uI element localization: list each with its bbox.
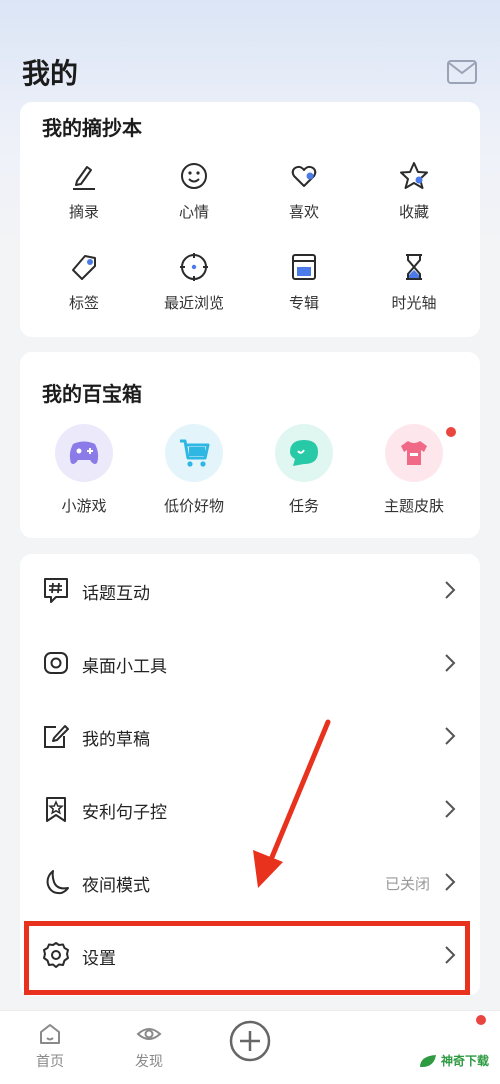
menu-item-label: 话题互动 [82, 584, 150, 604]
bookmark-star-icon [46, 797, 66, 822]
tab-label: 首页 [36, 1054, 64, 1070]
notebook-item-mood[interactable]: 心情 [139, 159, 249, 222]
home-icon [40, 1024, 60, 1044]
toolbox-icon-circle [55, 424, 113, 482]
notebook-item-favorite[interactable]: 收藏 [359, 159, 469, 222]
toolbox-icon-circle [275, 424, 333, 482]
tag-icon [72, 255, 96, 280]
hashtag-icon [44, 578, 68, 603]
menu-item-recommend[interactable]: 安利句子控 [20, 773, 480, 846]
draft-icon [44, 725, 69, 748]
menu-item-night-mode[interactable]: 夜间模式 已关闭 [20, 846, 480, 919]
menu-item-drafts[interactable]: 我的草稿 [20, 700, 480, 773]
notebook-item-label: 摘录 [68, 203, 99, 221]
chevron-right-icon [445, 873, 456, 891]
chevron-right-icon [445, 654, 456, 672]
watermark: 神奇下载 [418, 1052, 489, 1069]
bottom-tab-bar: 首页 发现 [0, 1010, 500, 1084]
chevron-right-icon [445, 581, 456, 599]
notebook-item-label: 喜欢 [288, 203, 319, 221]
toolbox-item-label: 小游戏 [61, 497, 107, 515]
menu-item-label: 我的草稿 [82, 730, 150, 750]
notebook-item-tag[interactable]: 标签 [29, 250, 139, 313]
notebook-item-label: 收藏 [398, 203, 429, 221]
toolbox-item-task[interactable]: 任务 [249, 424, 359, 516]
menu-item-label: 桌面小工具 [82, 657, 167, 677]
chevron-right-icon [445, 800, 456, 818]
pencil-icon [73, 166, 95, 190]
toolbox-item-theme-skin[interactable]: 主题皮肤 [359, 424, 469, 516]
leaf-logo-icon [420, 1054, 436, 1067]
eye-icon [136, 1028, 162, 1040]
toolbox-item-mini-game[interactable]: 小游戏 [29, 424, 139, 516]
tab-label: 发现 [135, 1054, 163, 1070]
notebook-card: 我的摘抄本 摘录 心情 喜欢 收藏 标签 最近浏览 专辑 时光轴 [20, 102, 480, 337]
toolbox-card: 我的百宝箱 小游戏 低价好物 任务 主题皮肤 [20, 352, 480, 538]
menu-item-label: 安利句子控 [82, 803, 167, 823]
toolbox-item-label: 任务 [288, 497, 319, 515]
notebook-item-label: 最近浏览 [163, 294, 224, 312]
toolbox-icon-circle [385, 424, 443, 482]
tshirt-icon [401, 441, 427, 465]
menu-item-label: 夜间模式 [82, 876, 150, 896]
menu-item-topic[interactable]: 话题互动 [20, 554, 480, 627]
notebook-item-label: 标签 [68, 294, 99, 312]
cart-icon [180, 439, 210, 467]
toolbox-item-label: 低价好物 [163, 497, 224, 515]
gamepad-icon [69, 441, 99, 464]
menu-item-widget[interactable]: 桌面小工具 [20, 627, 480, 700]
star-icon [400, 162, 428, 189]
toolbox-icon-circle [165, 424, 223, 482]
notification-dot [476, 1015, 486, 1025]
notebook-item-label: 时光轴 [391, 294, 437, 312]
album-icon [292, 254, 316, 280]
mail-icon[interactable] [446, 58, 478, 86]
toolbox-item-bargain[interactable]: 低价好物 [139, 424, 249, 516]
moon-icon [46, 870, 69, 895]
toolbox-item-label: 主题皮肤 [383, 497, 444, 515]
heart-icon [291, 165, 317, 187]
notebook-item-album[interactable]: 专辑 [249, 250, 359, 313]
clock-icon [180, 253, 208, 281]
header: 我的 [0, 0, 500, 100]
notebook-item-label: 心情 [178, 203, 209, 221]
page-title: 我的 [22, 57, 79, 90]
chevron-right-icon [445, 727, 456, 745]
notebook-title: 我的摘抄本 [42, 116, 142, 140]
plus-circle-icon[interactable] [228, 1019, 272, 1063]
notebook-item-excerpt[interactable]: 摘录 [29, 159, 139, 222]
theme-skin-badge-dot [446, 427, 456, 437]
hourglass-icon [406, 254, 422, 280]
night-mode-status: 已关闭 [384, 875, 430, 893]
toolbox-title: 我的百宝箱 [42, 382, 142, 406]
tab-home[interactable]: 首页 [20, 1021, 80, 1071]
notebook-item-like[interactable]: 喜欢 [249, 159, 359, 222]
chat-bubble-icon [290, 440, 318, 466]
settings-highlight-box [24, 921, 470, 995]
watermark-text: 神奇下载 [441, 1054, 490, 1068]
tab-discover[interactable]: 发现 [119, 1021, 179, 1071]
smiley-icon [181, 163, 207, 189]
notebook-item-recent[interactable]: 最近浏览 [139, 250, 249, 313]
widget-icon [44, 652, 68, 674]
notebook-item-label: 专辑 [288, 294, 319, 312]
notebook-item-timeline[interactable]: 时光轴 [359, 250, 469, 313]
